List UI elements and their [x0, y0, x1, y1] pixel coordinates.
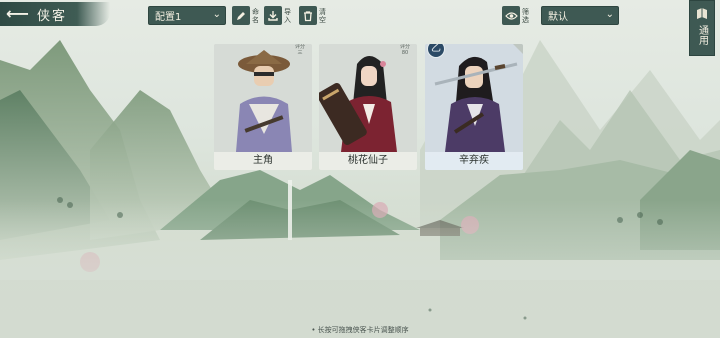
clear-label: 清空: [319, 7, 326, 24]
book-icon: [697, 8, 707, 19]
drag-hint: • 长按可拖拽侠客卡片调整顺序: [311, 326, 409, 334]
general-tab[interactable]: 通用: [689, 0, 715, 56]
sort-select-value: 默认: [548, 12, 568, 23]
general-tab-label: 通用: [696, 25, 708, 45]
hero-name: 桃花仙子: [319, 152, 417, 170]
back-arrow-icon: ⟵: [6, 4, 29, 23]
top-bar: ⟵ 侠客 配置1 ⌄ 命名 导入 清空 筛选 默认 ⌄: [0, 0, 720, 30]
hero-card[interactable]: 评分 三 主角: [214, 44, 312, 170]
rename-label: 命名: [252, 7, 259, 24]
rename-button[interactable]: 命名: [232, 6, 261, 25]
drag-hint-text: 长按可拖拽侠客卡片调整顺序: [317, 326, 409, 334]
sort-select[interactable]: 默认 ⌄: [541, 6, 619, 25]
chevron-down-icon: ⌄: [212, 9, 221, 20]
card-corner-fold: [513, 44, 523, 54]
clear-button[interactable]: 清空: [299, 6, 328, 25]
trash-icon: [299, 6, 317, 25]
filter-button[interactable]: 筛选: [502, 6, 531, 25]
hero-name: 辛弃疾: [425, 152, 523, 170]
xinqiji-portrait: [425, 44, 523, 152]
eye-icon: [502, 6, 520, 25]
import-button[interactable]: 导入: [264, 6, 293, 25]
hero-card-selected[interactable]: 乙 辛弃疾: [425, 44, 523, 170]
page-title: 侠客: [36, 8, 67, 24]
grade-tag: 评分 80: [399, 44, 410, 56]
hero-name: 主角: [214, 152, 312, 170]
import-label: 导入: [284, 7, 291, 24]
config-select[interactable]: 配置1 ⌄: [148, 6, 226, 25]
back-button[interactable]: ⟵ 侠客: [0, 2, 110, 26]
hero-card[interactable]: 评分 80 桃花仙子: [319, 44, 417, 170]
config-select-value: 配置1: [155, 12, 182, 23]
grade-tag: 评分 三: [294, 44, 305, 56]
chevron-down-icon: ⌄: [605, 9, 614, 20]
download-icon: [264, 6, 282, 25]
pen-icon: [232, 6, 250, 25]
filter-label: 筛选: [522, 7, 529, 24]
